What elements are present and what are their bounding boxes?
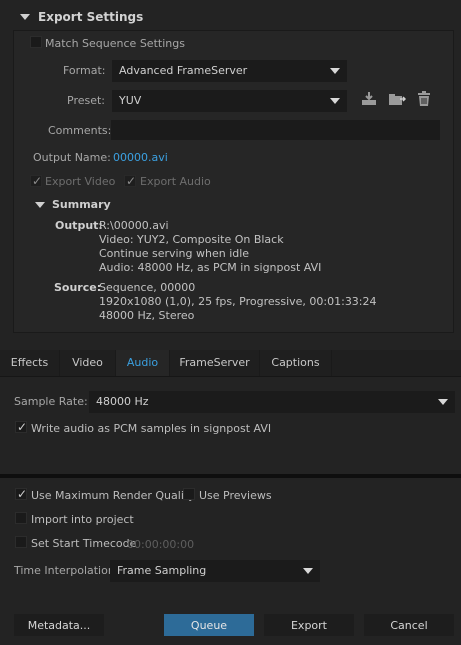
checkmark-icon: ✓: [32, 174, 43, 188]
export-video-checkbox[interactable]: ✓: [30, 175, 42, 187]
summary-output-line: R:\00000.avi: [99, 219, 169, 232]
tab-effects[interactable]: Effects: [0, 350, 60, 376]
summary-header: Summary: [52, 198, 111, 211]
summary-output-line: Audio: 48000 Hz, as PCM in signpost AVI: [99, 261, 322, 274]
comments-input[interactable]: [111, 120, 440, 140]
set-start-timecode-checkbox[interactable]: [15, 536, 27, 548]
output-name-label: Output Name:: [33, 151, 111, 164]
match-sequence-label: Match Sequence Settings: [45, 37, 185, 50]
summary-source-line: Sequence, 00000: [99, 281, 196, 294]
start-timecode-input[interactable]: 00:00:00:00: [127, 538, 194, 551]
checkmark-icon: ✓: [17, 487, 28, 501]
collapse-triangle-icon: [20, 14, 30, 20]
summary-toggle[interactable]: [35, 202, 45, 208]
checkmark-icon: ✓: [126, 174, 137, 188]
match-sequence-checkbox[interactable]: [30, 36, 42, 48]
trash-icon[interactable]: [417, 91, 431, 107]
sample-rate-label: Sample Rate:: [14, 395, 88, 408]
summary-source-line: 1920x1080 (1,0), 25 fps, Progressive, 00…: [99, 295, 377, 308]
chevron-down-icon: [330, 68, 340, 74]
format-dropdown[interactable]: Advanced FrameServer: [112, 60, 347, 82]
format-label: Format:: [63, 64, 106, 77]
time-interpolation-dropdown[interactable]: Frame Sampling: [110, 560, 320, 582]
summary-source-line: 48000 Hz, Stereo: [99, 309, 195, 322]
sample-rate-dropdown[interactable]: 48000 Hz: [89, 391, 455, 413]
import-into-project-checkbox[interactable]: [15, 512, 27, 524]
export-audio-checkbox[interactable]: ✓: [124, 175, 136, 187]
chevron-down-icon: [303, 568, 313, 574]
export-video-label: Export Video: [45, 175, 116, 188]
export-audio-label: Export Audio: [140, 175, 211, 188]
section-divider: [0, 474, 461, 478]
tab-audio[interactable]: Audio: [116, 350, 170, 376]
output-name-link[interactable]: 00000.avi: [113, 151, 168, 164]
summary-output-label: Output:: [55, 219, 103, 232]
preset-label: Preset:: [67, 94, 106, 107]
tab-video[interactable]: Video: [60, 350, 116, 376]
time-interpolation-label: Time Interpolation:: [14, 564, 119, 577]
use-previews-checkbox[interactable]: [183, 488, 195, 500]
max-render-quality-checkbox[interactable]: ✓: [15, 488, 27, 500]
metadata-button[interactable]: Metadata...: [14, 614, 104, 636]
max-render-quality-label: Use Maximum Render Quality: [31, 489, 195, 502]
preset-dropdown[interactable]: YUV: [112, 90, 347, 112]
import-into-project-label: Import into project: [31, 513, 134, 526]
save-preset-icon[interactable]: [361, 91, 377, 107]
checkmark-icon: ✓: [17, 420, 28, 434]
format-value: Advanced FrameServer: [119, 64, 248, 77]
queue-button[interactable]: Queue: [164, 614, 254, 636]
comments-label: Comments:: [48, 124, 112, 137]
chevron-down-icon: [438, 399, 448, 405]
tab-captions[interactable]: Captions: [260, 350, 332, 376]
time-interpolation-value: Frame Sampling: [117, 564, 207, 577]
export-settings-header: Export Settings: [38, 10, 144, 24]
preset-value: YUV: [119, 94, 142, 107]
export-button[interactable]: Export: [264, 614, 354, 636]
sample-rate-value: 48000 Hz: [96, 395, 149, 408]
import-preset-icon[interactable]: [388, 91, 407, 107]
summary-output-line: Video: YUY2, Composite On Black: [99, 233, 284, 246]
set-start-timecode-label: Set Start Timecode: [31, 537, 137, 550]
chevron-down-icon: [330, 98, 340, 104]
cancel-button[interactable]: Cancel: [364, 614, 454, 636]
write-pcm-checkbox[interactable]: ✓: [15, 421, 27, 433]
tab-frameserver[interactable]: FrameServer: [170, 350, 260, 376]
write-pcm-label: Write audio as PCM samples in signpost A…: [31, 422, 272, 435]
summary-source-label: Source:: [54, 281, 102, 294]
use-previews-label: Use Previews: [199, 489, 272, 502]
summary-output-line: Continue serving when idle: [99, 247, 250, 260]
